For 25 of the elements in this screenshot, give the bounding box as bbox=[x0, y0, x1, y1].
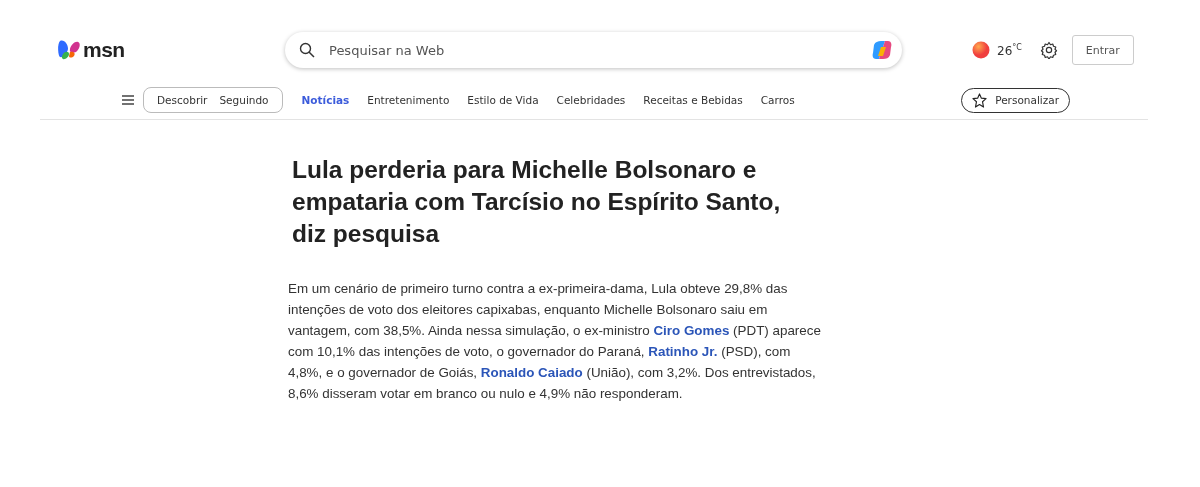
feed-option[interactable]: Seguindo bbox=[215, 92, 273, 108]
article-paragraph: Em um cenário de primeiro turno contra a ex-primeira-dama, Lula obteve 29,8% das intenções de voto dos eleitores capixabas, enquanto Michelle Bolsonaro saiu em vantagem, com 38,5%. Ainda nessa simulação, o ex-ministro Ciro Gomes (PDT) aparece com 10,1% das intenções de voto, o governador do Paraná, Ratinho Jr. (PSD), com 4,8%, e o governador de Goiás, Ronaldo Caiado (União), com 3,2%. Dos entrevistados, 8,6% disseram votar em branco ou nulo e 4,9% não responderam. bbox=[288, 280, 822, 403]
logo-text[interactable]: msn bbox=[83, 38, 125, 62]
settings-icon[interactable] bbox=[1039, 41, 1058, 59]
search-field[interactable]: Pesquisar na Web bbox=[327, 41, 870, 59]
category-tab[interactable]: Notícias bbox=[292, 90, 359, 110]
person-link[interactable]: Ciro Gomes bbox=[653, 323, 730, 338]
assistant-icon[interactable] bbox=[870, 38, 894, 62]
category-tab[interactable]: Celebridades bbox=[547, 90, 635, 110]
temperature[interactable]: 26$^{°C}$ bbox=[997, 42, 1022, 58]
sign-in-button[interactable]: Entrar bbox=[1071, 35, 1134, 65]
personalize-button[interactable]: Personalizar bbox=[961, 87, 1070, 113]
category-tab[interactable]: Entretenimento bbox=[358, 90, 459, 110]
feed-option[interactable]: Descobrir bbox=[153, 92, 212, 108]
category-tab[interactable]: Carros bbox=[751, 90, 804, 110]
category-tab[interactable]: Receitas e Bebidas bbox=[634, 90, 752, 110]
logo-icon bbox=[57, 38, 81, 62]
search-icon bbox=[299, 42, 315, 58]
person-link[interactable]: Ronaldo Caiado bbox=[480, 365, 583, 380]
star-icon bbox=[972, 92, 988, 108]
category-tab[interactable]: Estilo de Vida bbox=[458, 90, 548, 110]
menu-icon[interactable] bbox=[122, 95, 134, 105]
person-link[interactable]: Ratinho Jr. bbox=[648, 344, 718, 359]
sun-icon[interactable] bbox=[972, 41, 990, 59]
article-title: Lula perderia para Michelle Bolsonaro e empataria com Tarcísio no Espírito Santo, diz pesquisa bbox=[292, 155, 782, 249]
